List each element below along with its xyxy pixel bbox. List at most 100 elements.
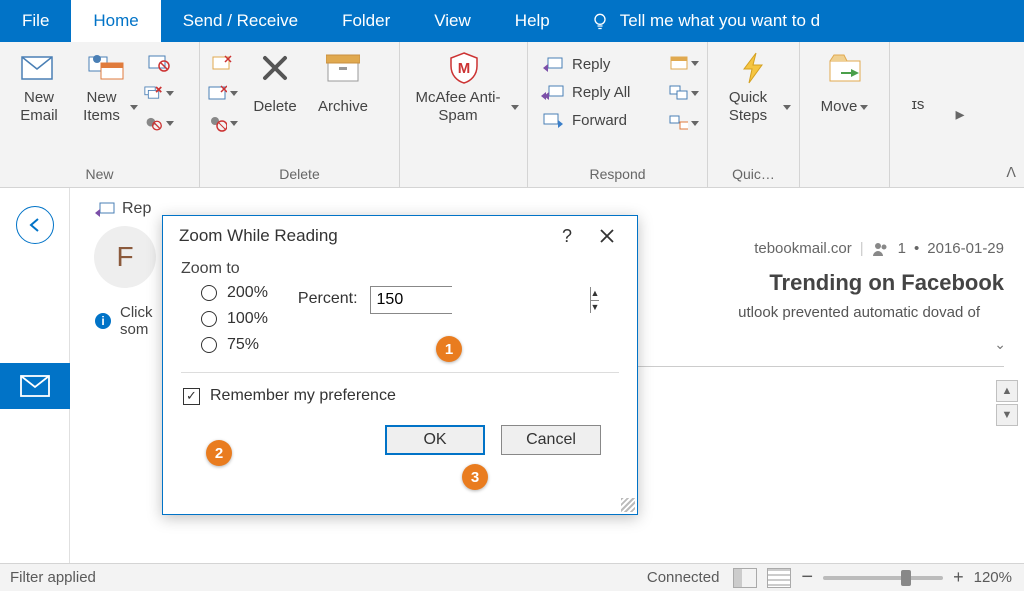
dialog-titlebar: Zoom While Reading ?: [163, 216, 637, 256]
scroll-down-button[interactable]: ▼: [996, 404, 1018, 426]
zoom-out-button[interactable]: −: [801, 566, 813, 589]
view-normal-button[interactable]: [733, 568, 757, 588]
ignore-button[interactable]: [144, 50, 174, 76]
resize-grip[interactable]: [621, 498, 635, 512]
message-meta: tebookmail.cor | 1 • 2016-01-29: [754, 240, 1004, 257]
percent-input[interactable]: [371, 287, 590, 313]
percent-down-button[interactable]: ▼: [591, 301, 600, 314]
status-filter: Filter applied: [0, 569, 647, 586]
zoom-to-label: Zoom to: [181, 260, 619, 278]
tab-file[interactable]: File: [0, 0, 71, 42]
tab-help[interactable]: Help: [493, 0, 572, 42]
dialog-help-button[interactable]: ?: [547, 218, 587, 254]
move-button[interactable]: Move: [808, 48, 881, 126]
message-date: 2016-01-29: [927, 240, 1004, 257]
zoom-slider-thumb[interactable]: [901, 570, 911, 586]
block-icon: [208, 114, 227, 132]
zoom-slider[interactable]: [823, 576, 943, 580]
group-move-label: [800, 163, 889, 187]
new-email-button[interactable]: New Email: [8, 48, 70, 126]
zoom-level: 120%: [974, 569, 1012, 586]
back-button[interactable]: [16, 206, 54, 244]
archive-button[interactable]: Archive: [312, 48, 374, 126]
expand-chevron[interactable]: ⌄: [994, 336, 1006, 353]
meeting-button[interactable]: [669, 50, 699, 76]
zoom-75-label: 75%: [227, 336, 259, 354]
tab-send-receive[interactable]: Send / Receive: [161, 0, 320, 42]
group-new: New Email New Items New: [0, 42, 200, 187]
quick-steps-button[interactable]: Quick Steps: [716, 48, 791, 126]
cleanup-button[interactable]: [144, 80, 174, 106]
move-folder-icon: [827, 53, 863, 83]
group-respond-label: Respond: [528, 163, 707, 187]
tab-view[interactable]: View: [412, 0, 493, 42]
mcafee-label: McAfee Anti-Spam: [409, 89, 508, 125]
zoom-100-radio[interactable]: 100%: [201, 310, 268, 328]
zoom-200-radio[interactable]: 200%: [201, 284, 268, 302]
delete-label: Delete: [253, 88, 296, 126]
forward-icon: [542, 112, 564, 128]
delete-x-icon: [259, 52, 291, 84]
message-warning: utlook prevented automatic dovad of: [738, 304, 980, 321]
message-subject: Trending on Facebook: [769, 270, 1004, 296]
tell-me-search[interactable]: Tell me what you want to d: [572, 0, 838, 42]
meeting-icon: [669, 54, 688, 72]
mail-nav-tab[interactable]: [0, 363, 70, 409]
group-truncated: ɪs: [890, 42, 946, 187]
dialog-close-button[interactable]: [587, 218, 627, 254]
archive-icon: [326, 53, 360, 83]
percent-label: Percent:: [298, 286, 358, 308]
ok-button[interactable]: OK: [385, 425, 485, 455]
percent-up-button[interactable]: ▲: [591, 287, 600, 301]
zoom-75-radio[interactable]: 75%: [201, 336, 268, 354]
zoom-in-button[interactable]: +: [953, 567, 964, 588]
tab-home[interactable]: Home: [71, 0, 160, 42]
check-icon: ✓: [183, 388, 200, 405]
archive-label: Archive: [318, 88, 368, 126]
truncated-button[interactable]: ɪs: [898, 48, 938, 124]
back-arrow-icon: [25, 215, 45, 235]
callout-2: 2: [206, 440, 232, 466]
reply-all-button[interactable]: Reply All: [536, 80, 634, 104]
recip-count: 1: [898, 240, 906, 257]
folder-x-icon: [212, 54, 234, 72]
close-icon: [599, 228, 615, 244]
small-delete-1[interactable]: [208, 50, 238, 76]
small-delete-2[interactable]: [208, 80, 238, 106]
reply-button[interactable]: Reply: [536, 52, 634, 76]
group-delete-label: Delete: [200, 163, 399, 187]
sender-avatar: F: [94, 226, 156, 288]
mail-icon: [20, 375, 50, 397]
mcafee-button[interactable]: M McAfee Anti-Spam: [409, 48, 519, 126]
ribbon-collapse-button[interactable]: ᐱ: [1006, 164, 1016, 181]
forward-button[interactable]: Forward: [536, 108, 634, 132]
ribbon-tabs: File Home Send / Receive Folder View Hel…: [0, 0, 1024, 42]
truncated-label: ɪs: [912, 86, 925, 124]
cleanup-icon: [144, 84, 163, 102]
group-mcafee-label: [400, 163, 527, 187]
delete-button[interactable]: Delete: [244, 48, 306, 126]
move-label: Move: [821, 98, 858, 116]
im-button[interactable]: [669, 80, 699, 106]
shield-m-icon: M: [447, 51, 481, 85]
info-icon: i: [94, 312, 112, 330]
new-items-button[interactable]: New Items: [76, 48, 138, 126]
reply-icon: [542, 56, 564, 72]
remember-checkbox[interactable]: ✓ Remember my preference: [181, 387, 619, 405]
remember-label: Remember my preference: [210, 387, 396, 405]
small-delete-3[interactable]: [208, 110, 238, 136]
scroll-up-button[interactable]: ▲: [996, 380, 1018, 402]
tab-folder[interactable]: Folder: [320, 0, 412, 42]
msg-reply-action[interactable]: Rep: [94, 200, 151, 218]
lightbulb-icon: [590, 11, 610, 31]
more-respond-button[interactable]: [669, 110, 699, 136]
info-line2: som: [120, 321, 153, 338]
ribbon-overflow-button[interactable]: ▸: [946, 42, 974, 187]
group-quick: Quick Steps Quic…: [708, 42, 800, 187]
percent-spinner[interactable]: ▲ ▼: [370, 286, 452, 314]
ribbon: New Email New Items New Delete: [0, 42, 1024, 188]
cancel-button[interactable]: Cancel: [501, 425, 601, 455]
group-respond: Reply Reply All Forward Respond: [528, 42, 708, 187]
junk-button[interactable]: [144, 110, 174, 136]
view-reading-button[interactable]: [767, 568, 791, 588]
